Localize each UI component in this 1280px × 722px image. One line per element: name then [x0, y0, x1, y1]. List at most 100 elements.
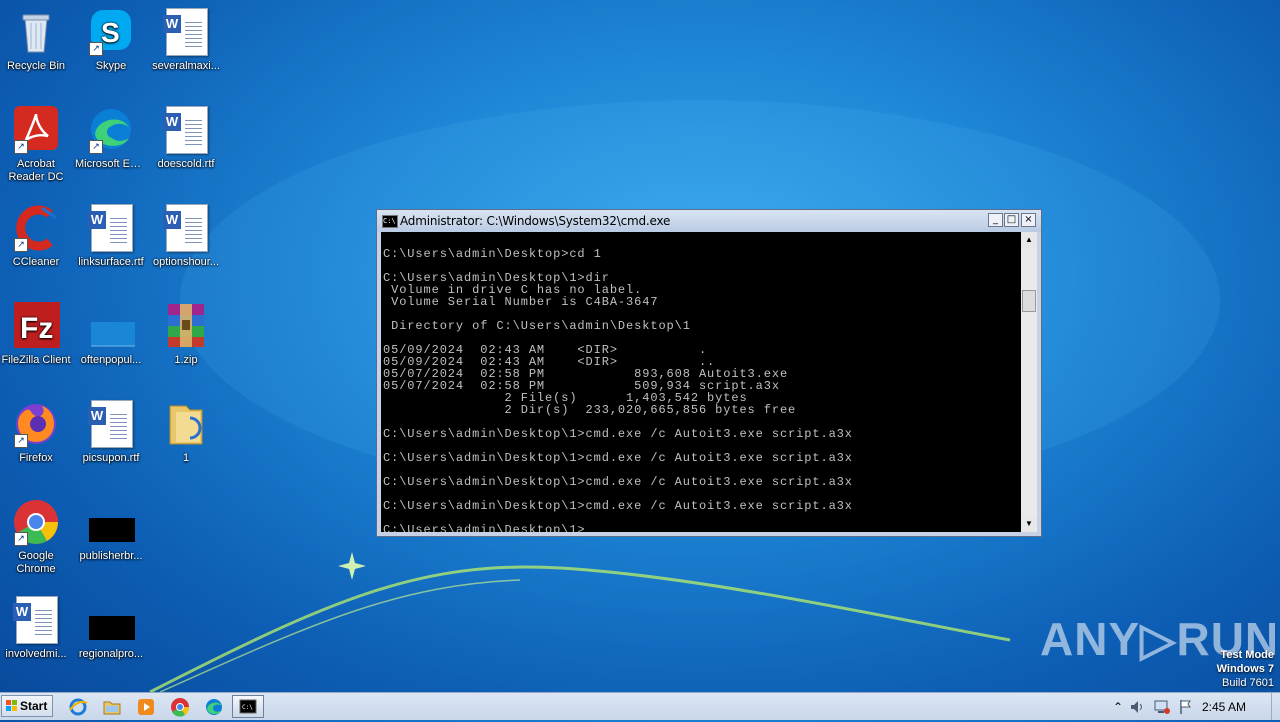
desktop-icon-severalmaxi[interactable]: W severalmaxi... [148, 8, 224, 73]
shortcut-arrow-icon: ↗ [14, 434, 28, 448]
scroll-down-button[interactable]: ▼ [1021, 516, 1037, 532]
desktop-icon-edge[interactable]: ↗ Microsoft Edge [73, 106, 149, 171]
cmd-console[interactable]: C:\Users\admin\Desktop>cd 1 C:\Users\adm… [381, 232, 1021, 532]
blank-file-icon [87, 302, 135, 350]
desktop-icon-label: severalmaxi... [152, 60, 220, 72]
maximize-button[interactable]: □ [1004, 213, 1019, 227]
test-mode-line: Test Mode [1220, 649, 1274, 661]
desktop-icon-1-zip[interactable]: 1.zip [148, 302, 224, 367]
windows-logo-icon [6, 700, 18, 712]
desktop-icon-label: Firefox [19, 452, 53, 464]
desktop-icon-acrobat[interactable]: ↗ Acrobat Reader DC [0, 106, 74, 184]
skype-icon: S ↗ [87, 8, 135, 56]
desktop-icon-label: regionalpro... [78, 648, 144, 660]
desktop-icon-involvedmi[interactable]: W involvedmi... [0, 596, 74, 661]
word-document-icon: W [87, 400, 135, 448]
desktop-icon-label: publisherbr... [79, 550, 143, 562]
cmd-titlebar[interactable]: C:\ Administrator: C:\Windows\System32\c… [377, 210, 1041, 232]
desktop-icon-optionshour[interactable]: W optionshour... [148, 204, 224, 269]
desktop-icon-label: Skype [95, 60, 127, 72]
media-player-icon[interactable] [136, 697, 156, 717]
console-output: C:\Users\admin\Desktop>cd 1 C:\Users\adm… [383, 247, 853, 532]
word-document-icon: W [162, 106, 210, 154]
word-document-icon: W [162, 8, 210, 56]
close-button[interactable]: × [1021, 213, 1036, 227]
svg-text:S: S [101, 17, 120, 48]
edge-icon: ↗ [87, 106, 135, 154]
windows-version-line: Windows 7 [1216, 663, 1274, 675]
word-document-icon: W [162, 204, 210, 252]
desktop-icon-recycle-bin[interactable]: Recycle Bin [0, 8, 74, 73]
black-file-icon [87, 498, 135, 546]
taskbar-clock[interactable]: 2:45 AM [1202, 700, 1246, 714]
svg-text:Fz: Fz [20, 312, 53, 345]
build-line: Build 7601 [1222, 677, 1274, 689]
action-center-flag-icon[interactable] [1176, 697, 1196, 717]
desktop-icon-label: 1 [182, 452, 190, 464]
scroll-up-button[interactable]: ▲ [1021, 232, 1037, 248]
cmd-window[interactable]: C:\ Administrator: C:\Windows\System32\c… [376, 209, 1042, 537]
network-icon[interactable] [1152, 697, 1172, 717]
desktop-icon-label: 1.zip [174, 354, 198, 366]
desktop-icon-picsupon[interactable]: W picsupon.rtf [73, 400, 149, 465]
scroll-thumb[interactable] [1022, 290, 1036, 312]
acrobat-icon: ↗ [12, 106, 60, 154]
recycle-bin-icon [12, 8, 60, 56]
desktop-icon-filezilla[interactable]: Fz FileZilla Client [0, 302, 74, 367]
desktop-icon-label: doescold.rtf [157, 158, 215, 170]
taskbar: Start C:\ ⌃ 2:45 AM [0, 692, 1280, 720]
desktop-icon-label: picsupon.rtf [82, 452, 140, 464]
desktop-icon-doescold[interactable]: W doescold.rtf [148, 106, 224, 171]
shortcut-arrow-icon: ↗ [14, 238, 28, 252]
desktop-icon-label: FileZilla Client [1, 354, 71, 366]
ccleaner-icon: ↗ [12, 204, 60, 252]
shortcut-arrow-icon: ↗ [14, 532, 28, 546]
cmd-icon: C:\ [382, 215, 398, 228]
desktop-icon-label: optionshour... [152, 256, 220, 268]
svg-text:C:\: C:\ [242, 704, 253, 711]
show-desktop-button[interactable] [1271, 693, 1280, 720]
desktop-icon-ccleaner[interactable]: ↗ CCleaner [0, 204, 74, 269]
black-file-icon [87, 596, 135, 644]
shortcut-arrow-icon: ↗ [89, 42, 103, 56]
desktop-icon-label: Recycle Bin [6, 60, 66, 72]
edge-icon[interactable] [204, 697, 224, 717]
desktop-icon-label: oftenpopul... [80, 354, 142, 366]
desktop-icon-oftenpopul[interactable]: oftenpopul... [73, 302, 149, 367]
desktop-icon-chrome[interactable]: ↗ Google Chrome [0, 498, 74, 576]
minimize-button[interactable]: _ [988, 213, 1003, 227]
tray-expand-icon[interactable]: ⌃ [1108, 697, 1128, 717]
word-document-icon: W [87, 204, 135, 252]
firefox-icon: ↗ [12, 400, 60, 448]
vertical-scrollbar[interactable]: ▲ ▼ [1021, 232, 1037, 532]
start-button[interactable]: Start [1, 695, 53, 717]
word-document-icon: W [12, 596, 60, 644]
filezilla-icon: Fz [12, 302, 60, 350]
desktop-icon-regionalpro[interactable]: regionalpro... [73, 596, 149, 661]
folder-icon [162, 400, 210, 448]
desktop-icon-skype[interactable]: S ↗ Skype [73, 8, 149, 73]
explorer-icon[interactable] [102, 697, 122, 717]
desktop-icon-linksurface[interactable]: W linksurface.rtf [73, 204, 149, 269]
desktop-icon-label: linksurface.rtf [78, 256, 144, 268]
chrome-icon[interactable] [170, 697, 190, 717]
winrar-archive-icon [162, 302, 210, 350]
desktop-icon-label: involvedmi... [5, 648, 67, 660]
ie-icon[interactable] [68, 697, 88, 717]
shortcut-arrow-icon: ↗ [89, 140, 103, 154]
desktop-icon-folder-1[interactable]: 1 [148, 400, 224, 465]
desktop-icon-firefox[interactable]: ↗ Firefox [0, 400, 74, 465]
desktop-icon-label: Google Chrome [16, 550, 56, 575]
test-mode-notice: Test Mode Windows 7 Build 7601 [1217, 648, 1274, 690]
volume-icon[interactable] [1128, 697, 1148, 717]
desktop-icon-publisherbr[interactable]: publisherbr... [73, 498, 149, 563]
desktop-icon-label: Acrobat Reader DC [8, 158, 64, 183]
cmd-window-title: Administrator: C:\Windows\System32\cmd.e… [400, 214, 671, 228]
chrome-icon: ↗ [12, 498, 60, 546]
taskbar-cmd-button[interactable]: C:\ [232, 695, 264, 718]
cmd-icon: C:\ [239, 699, 257, 714]
shortcut-arrow-icon: ↗ [14, 140, 28, 154]
start-label: Start [20, 699, 48, 713]
desktop-icon-label: Microsoft Edge [75, 158, 149, 170]
desktop-icon-label: CCleaner [12, 256, 60, 268]
